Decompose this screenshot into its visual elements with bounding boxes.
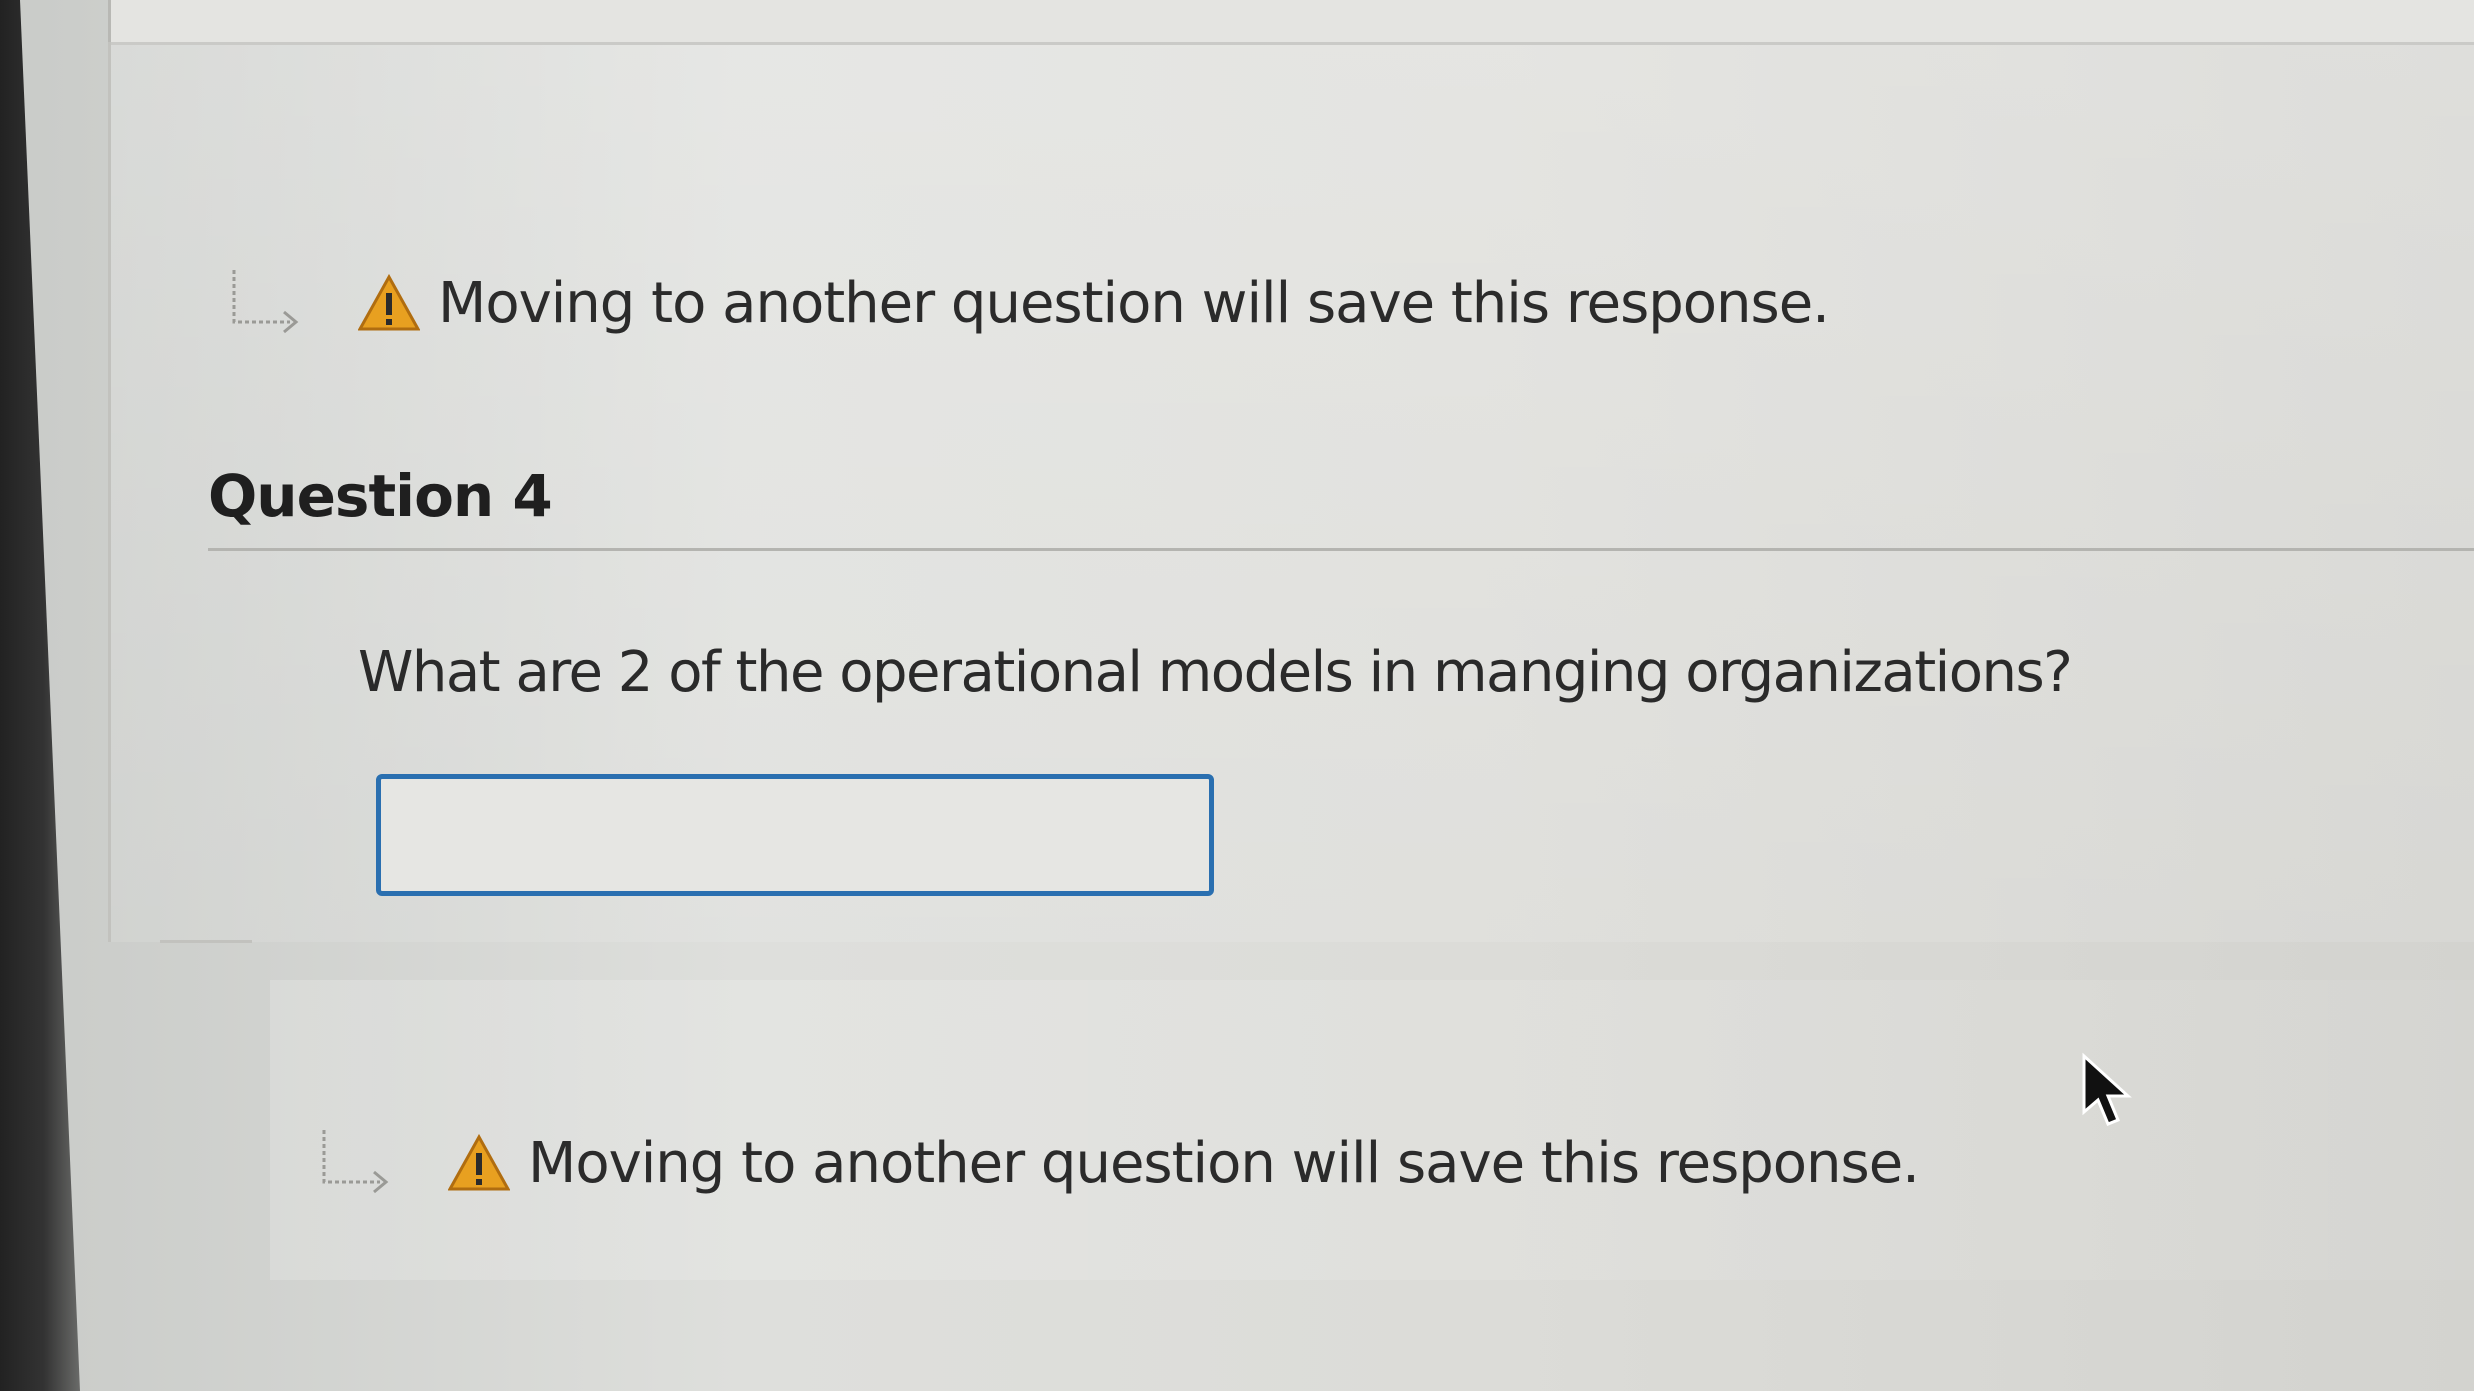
- save-notice-bottom: Moving to another question will save thi…: [318, 1128, 1920, 1198]
- question-prompt: What are 2 of the operational models in …: [358, 640, 2073, 705]
- answer-input[interactable]: [376, 774, 1214, 896]
- indent-arrow-icon: [318, 1128, 400, 1198]
- question-title: Question 4: [208, 462, 553, 530]
- screen: Moving to another question will save thi…: [0, 0, 2474, 1391]
- mouse-pointer-icon: [2080, 1052, 2136, 1130]
- save-notice-text: Moving to another question will save thi…: [438, 270, 1830, 336]
- save-notice-text: Moving to another question will save thi…: [528, 1130, 1920, 1196]
- previous-question-frame: [108, 0, 2474, 45]
- warning-triangle-icon: [447, 1133, 511, 1192]
- indent-arrow-icon: [228, 268, 310, 338]
- monitor-bezel: [0, 0, 80, 1391]
- save-notice-top: Moving to another question will save thi…: [228, 268, 1830, 338]
- title-divider: [208, 548, 2474, 551]
- warning-triangle-icon: [357, 273, 421, 332]
- panel-divider: [160, 940, 252, 943]
